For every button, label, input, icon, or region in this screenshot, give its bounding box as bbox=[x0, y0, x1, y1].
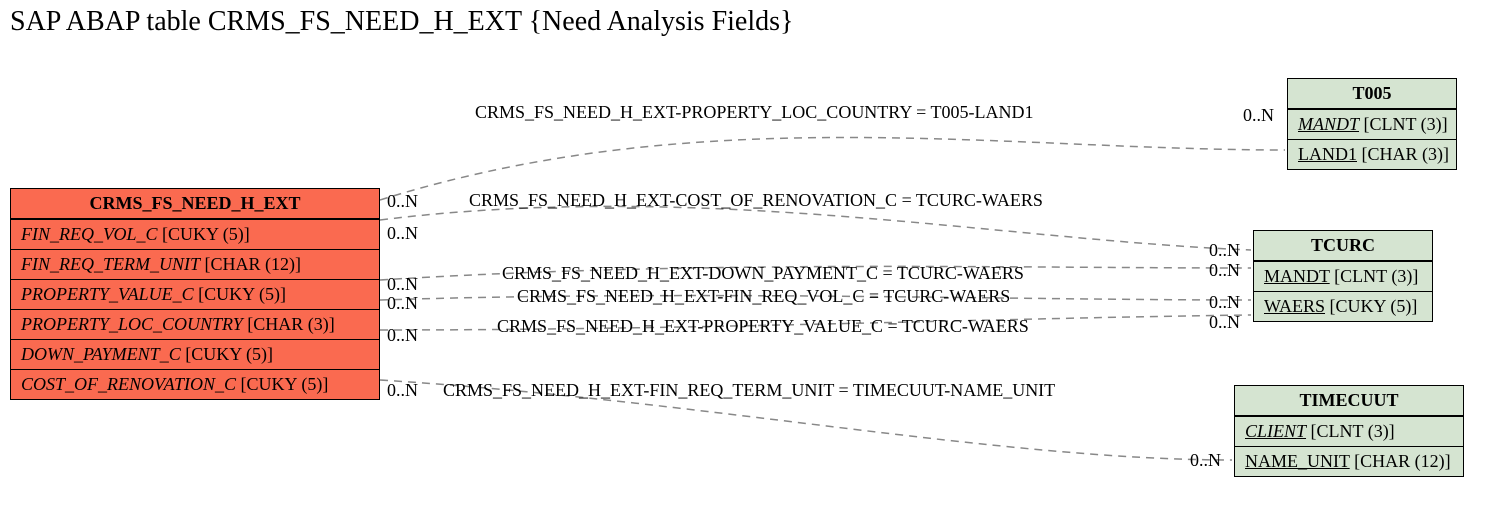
relation-label: CRMS_FS_NEED_H_EXT-PROPERTY_LOC_COUNTRY … bbox=[475, 102, 1033, 123]
cardinality-label: 0..N bbox=[1209, 260, 1240, 281]
table-t005-header: T005 bbox=[1288, 79, 1456, 109]
table-tcurc-header: TCURC bbox=[1254, 231, 1432, 261]
field-name: DOWN_PAYMENT_C bbox=[21, 344, 181, 364]
field-type: [CUKY (5)] bbox=[162, 224, 250, 244]
table-row: PROPERTY_LOC_COUNTRY [CHAR (3)] bbox=[11, 309, 379, 339]
field-name: NAME_UNIT bbox=[1245, 451, 1350, 471]
table-row: DOWN_PAYMENT_C [CUKY (5)] bbox=[11, 339, 379, 369]
table-main-header: CRMS_FS_NEED_H_EXT bbox=[11, 189, 379, 219]
table-row: MANDT [CLNT (3)] bbox=[1254, 261, 1432, 291]
table-t005: T005 MANDT [CLNT (3)] LAND1 [CHAR (3)] bbox=[1287, 78, 1457, 170]
table-timecuut: TIMECUUT CLIENT [CLNT (3)] NAME_UNIT [CH… bbox=[1234, 385, 1464, 477]
relation-label: CRMS_FS_NEED_H_EXT-COST_OF_RENOVATION_C … bbox=[469, 190, 1043, 211]
table-row: COST_OF_RENOVATION_C [CUKY (5)] bbox=[11, 369, 379, 399]
field-type: [CLNT (3)] bbox=[1311, 421, 1395, 441]
cardinality-label: 0..N bbox=[387, 293, 418, 314]
field-type: [CHAR (3)] bbox=[1362, 144, 1450, 164]
page-title: SAP ABAP table CRMS_FS_NEED_H_EXT {Need … bbox=[10, 6, 793, 38]
relation-label: CRMS_FS_NEED_H_EXT-PROPERTY_VALUE_C = TC… bbox=[497, 316, 1029, 337]
table-timecuut-header: TIMECUUT bbox=[1235, 386, 1463, 416]
field-type: [CHAR (3)] bbox=[247, 314, 335, 334]
field-type: [CUKY (5)] bbox=[1330, 296, 1418, 316]
cardinality-label: 0..N bbox=[1243, 105, 1274, 126]
cardinality-label: 0..N bbox=[387, 325, 418, 346]
field-name: WAERS bbox=[1264, 296, 1325, 316]
field-type: [CUKY (5)] bbox=[185, 344, 273, 364]
relation-label: CRMS_FS_NEED_H_EXT-FIN_REQ_VOL_C = TCURC… bbox=[517, 286, 1010, 307]
field-type: [CLNT (3)] bbox=[1364, 114, 1448, 134]
relation-label: CRMS_FS_NEED_H_EXT-DOWN_PAYMENT_C = TCUR… bbox=[502, 263, 1024, 284]
cardinality-label: 0..N bbox=[1209, 240, 1240, 261]
table-row: MANDT [CLNT (3)] bbox=[1288, 109, 1456, 139]
cardinality-label: 0..N bbox=[1209, 292, 1240, 313]
table-row: WAERS [CUKY (5)] bbox=[1254, 291, 1432, 321]
cardinality-label: 0..N bbox=[387, 191, 418, 212]
field-type: [CLNT (3)] bbox=[1334, 266, 1418, 286]
field-name: MANDT bbox=[1264, 266, 1330, 286]
field-name: CLIENT bbox=[1245, 421, 1306, 441]
field-name: MANDT bbox=[1298, 114, 1359, 134]
field-name: FIN_REQ_VOL_C bbox=[21, 224, 157, 244]
field-name: PROPERTY_VALUE_C bbox=[21, 284, 194, 304]
cardinality-label: 0..N bbox=[387, 380, 418, 401]
field-name: LAND1 bbox=[1298, 144, 1357, 164]
table-main: CRMS_FS_NEED_H_EXT FIN_REQ_VOL_C [CUKY (… bbox=[10, 188, 380, 400]
cardinality-label: 0..N bbox=[387, 274, 418, 295]
field-type: [CUKY (5)] bbox=[198, 284, 286, 304]
field-name: COST_OF_RENOVATION_C bbox=[21, 374, 236, 394]
table-tcurc: TCURC MANDT [CLNT (3)] WAERS [CUKY (5)] bbox=[1253, 230, 1433, 322]
table-row: PROPERTY_VALUE_C [CUKY (5)] bbox=[11, 279, 379, 309]
field-type: [CHAR (12)] bbox=[205, 254, 302, 274]
cardinality-label: 0..N bbox=[1190, 450, 1221, 471]
field-type: [CHAR (12)] bbox=[1354, 451, 1451, 471]
table-row: NAME_UNIT [CHAR (12)] bbox=[1235, 446, 1463, 476]
field-name: FIN_REQ_TERM_UNIT bbox=[21, 254, 200, 274]
field-type: [CUKY (5)] bbox=[241, 374, 329, 394]
table-row: LAND1 [CHAR (3)] bbox=[1288, 139, 1456, 169]
table-row: CLIENT [CLNT (3)] bbox=[1235, 416, 1463, 446]
cardinality-label: 0..N bbox=[1209, 312, 1240, 333]
table-row: FIN_REQ_TERM_UNIT [CHAR (12)] bbox=[11, 249, 379, 279]
relation-label: CRMS_FS_NEED_H_EXT-FIN_REQ_TERM_UNIT = T… bbox=[443, 380, 1055, 401]
table-row: FIN_REQ_VOL_C [CUKY (5)] bbox=[11, 219, 379, 249]
cardinality-label: 0..N bbox=[387, 223, 418, 244]
field-name: PROPERTY_LOC_COUNTRY bbox=[21, 314, 243, 334]
